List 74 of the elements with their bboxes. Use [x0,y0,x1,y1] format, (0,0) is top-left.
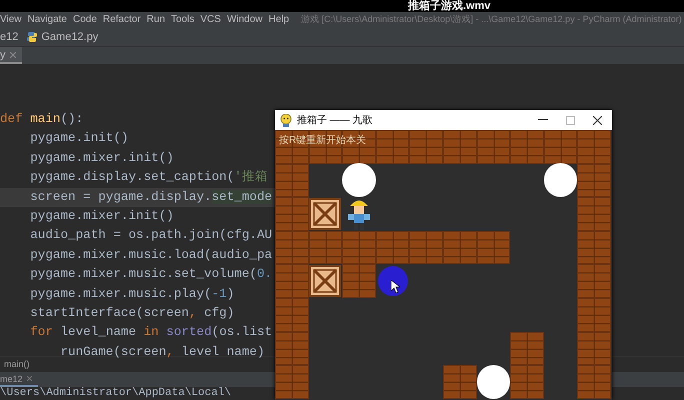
smiley-app-icon [280,114,292,126]
code-line: pygame.mixer.init() [29,150,175,167]
maximize-icon[interactable] [566,116,575,124]
menu-item[interactable]: Window [226,14,263,25]
brick-wall-tile [275,264,309,298]
restart-hint: 按R键重新开始本关 [279,134,366,147]
cursor-highlight [378,266,408,296]
brick-wall-tile [577,298,611,332]
menu-item[interactable]: VCS [200,14,221,25]
code-line: for level_name in sorted(os.list [29,324,274,342]
brick-wall-tile [275,230,309,264]
code-line: startInterface(screen, cfg) [29,304,236,322]
code-line: pygame.mixer.init() [29,208,175,225]
brick-wall-tile [376,130,410,164]
target-spot [476,364,510,399]
minimize-icon[interactable] [538,119,548,121]
menu-item[interactable]: Tools [171,14,194,25]
menu-item[interactable]: Navigate [28,14,67,25]
menu-item[interactable]: Code [72,14,97,25]
crate [309,198,342,230]
brick-wall-tile [275,332,309,366]
brick-wall-tile [275,164,309,198]
menu-item[interactable]: View [0,14,22,25]
breadcrumb-project[interactable]: e12 [0,30,18,42]
brick-wall-tile [577,197,611,231]
crate [309,265,342,298]
brick-wall-tile [577,230,611,264]
code-line: pygame.mixer.music.set_volume(0. [29,266,274,284]
brick-wall-tile [409,130,443,164]
brick-wall-tile [376,230,410,264]
brick-wall-tile [442,230,477,264]
code-line: runGame(screen, level name) [59,344,266,361]
close-icon[interactable] [593,116,602,124]
code-line: audio_path = os.path.join(cfg.AU [29,227,274,244]
brick-wall-tile [544,130,578,164]
brick-wall-tile [308,230,342,264]
game-window-title: 推箱子 —— 九歌 [297,114,374,127]
brick-wall-tile [342,264,376,298]
python-file-icon [26,30,38,42]
brick-wall-tile [510,332,544,366]
code-line: pygame.display.set_caption('推箱 [29,169,269,186]
brick-wall-tile [510,130,544,164]
brick-wall-tile [342,230,376,264]
brick-wall-tile [409,230,443,264]
brick-wall-tile [442,365,477,399]
brick-wall-tile [275,298,309,332]
run-tab[interactable]: me12 [0,372,38,387]
pointer-icon [390,280,400,294]
editor-tab[interactable]: y [0,47,22,64]
brick-wall-tile [577,130,611,164]
code-line: def main(): [0,111,84,128]
brick-wall-tile [577,332,611,366]
target-spot [544,163,578,198]
brick-wall-tile [476,130,510,164]
code-line: pygame.mixer.music.play(-1) [29,286,236,303]
brick-wall-tile [510,365,544,399]
window-title: 游戏 [C:\Users\Administrator\Desktop\游戏] - ...\Game12\Game12.py - PyCharm (Administrator) [301,13,682,26]
menu-item[interactable]: Run [146,14,166,25]
console-output: \Users\Administrator\AppData\Local\ [0,387,232,400]
video-title: 推箱子游戏.wmv [408,0,491,12]
brick-wall-tile [577,164,611,198]
brick-wall-tile [275,197,309,231]
brick-wall-tile [442,130,477,164]
brick-wall-tile [577,365,611,399]
menu-item[interactable]: Help [268,14,290,25]
brick-wall-tile [577,264,611,298]
target-spot [342,163,376,198]
brick-wall-tile [476,230,510,264]
breadcrumb-function[interactable]: main() [4,359,30,369]
code-line: pygame.mixer.music.load(audio_pa [29,246,274,264]
code-line: pygame.init() [29,130,130,148]
brick-wall-tile [275,365,309,399]
menu-item[interactable]: Refactor [102,14,141,25]
breadcrumb-file[interactable]: Game12.py [41,30,98,42]
